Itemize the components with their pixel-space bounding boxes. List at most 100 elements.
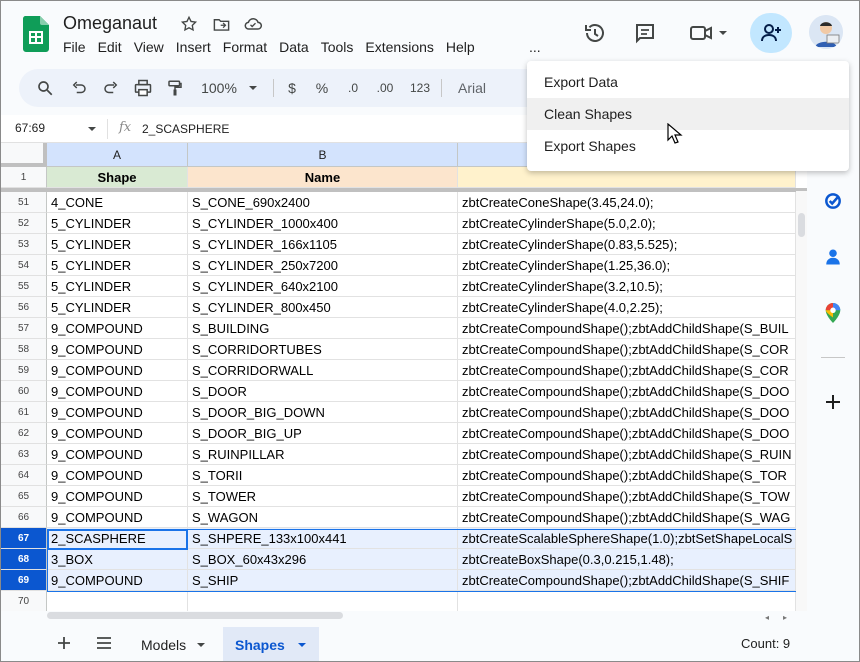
- move-to-folder-icon[interactable]: [211, 14, 231, 34]
- cell-code[interactable]: zbtCreateCompoundShape();zbtAddChildShap…: [458, 507, 796, 528]
- add-addon-icon[interactable]: [821, 390, 845, 414]
- cell-code[interactable]: zbtCreateCylinderShape(0.83,5.525);: [458, 234, 796, 255]
- row-number[interactable]: 52: [1, 213, 47, 234]
- row-number[interactable]: 62: [1, 423, 47, 444]
- tab-models[interactable]: Models: [129, 627, 218, 661]
- cell-name[interactable]: S_TORII: [188, 465, 458, 486]
- cell-code[interactable]: zbtCreateCompoundShape();zbtAddChildShap…: [458, 318, 796, 339]
- paint-format-icon[interactable]: [161, 69, 189, 107]
- cell-name[interactable]: S_WAGON: [188, 507, 458, 528]
- history-icon[interactable]: [577, 15, 613, 51]
- cell-shape[interactable]: 5_CYLINDER: [47, 255, 188, 276]
- row-number[interactable]: 54: [1, 255, 47, 276]
- cell-name[interactable]: S_CYLINDER_640x2100: [188, 276, 458, 297]
- cell-name[interactable]: S_CORRIDORTUBES: [188, 339, 458, 360]
- zoom-select[interactable]: 100%: [195, 69, 243, 107]
- cell-name[interactable]: S_SHIP: [188, 570, 458, 591]
- column-header-b[interactable]: B: [188, 143, 458, 167]
- formula-input[interactable]: 2_SCASPHERE: [142, 122, 229, 136]
- selection-count[interactable]: Count: 9: [741, 636, 790, 651]
- scroll-right-icon[interactable]: ▸: [783, 613, 787, 622]
- name-box[interactable]: 67:69: [15, 121, 45, 135]
- menu-insert[interactable]: Insert: [176, 39, 218, 55]
- cell-code[interactable]: zbtCreateCompoundShape();zbtAddChildShap…: [458, 465, 796, 486]
- font-family-select[interactable]: Arial: [455, 69, 489, 107]
- cell-name[interactable]: S_DOOR_BIG_UP: [188, 423, 458, 444]
- row-number[interactable]: 53: [1, 234, 47, 255]
- cell-code[interactable]: zbtCreateCompoundShape();zbtAddChildShap…: [458, 339, 796, 360]
- vertical-scroll-thumb[interactable]: [798, 213, 805, 237]
- comment-icon[interactable]: [627, 15, 663, 51]
- cell-name[interactable]: S_CYLINDER_166x1105: [188, 234, 458, 255]
- search-menus-icon[interactable]: [31, 69, 59, 107]
- row-number[interactable]: 70: [1, 591, 47, 611]
- cell-name[interactable]: S_CYLINDER_250x7200: [188, 255, 458, 276]
- cell-name[interactable]: S_CONE_690x2400: [188, 192, 458, 213]
- cell-shape[interactable]: 9_COMPOUND: [47, 444, 188, 465]
- row-number[interactable]: 64: [1, 465, 47, 486]
- cell-shape[interactable]: [47, 591, 188, 611]
- row-number[interactable]: 1: [1, 167, 47, 188]
- cell-name[interactable]: S_BUILDING: [188, 318, 458, 339]
- contacts-icon[interactable]: [821, 245, 845, 269]
- share-button[interactable]: [750, 13, 792, 53]
- cell-code[interactable]: zbtCreateCylinderShape(5.0,2.0);: [458, 213, 796, 234]
- cell-shape[interactable]: 5_CYLINDER: [47, 213, 188, 234]
- cell-name[interactable]: S_CYLINDER_1000x400: [188, 213, 458, 234]
- frozen-row-divider[interactable]: [1, 188, 807, 192]
- avatar[interactable]: [809, 15, 843, 49]
- vertical-scrollbar[interactable]: [796, 191, 807, 611]
- cell-code[interactable]: zbtCreateCylinderShape(1.25,36.0);: [458, 255, 796, 276]
- currency-format-button[interactable]: $: [281, 69, 303, 107]
- cell-shape[interactable]: 4_CONE: [47, 192, 188, 213]
- menu-item-clean-shapes[interactable]: Clean Shapes: [527, 98, 849, 130]
- row-number[interactable]: 67: [1, 528, 47, 549]
- cell-shape[interactable]: 9_COMPOUND: [47, 339, 188, 360]
- row-number[interactable]: 66: [1, 507, 47, 528]
- cell-name[interactable]: S_DOOR_BIG_DOWN: [188, 402, 458, 423]
- cell-name[interactable]: S_CYLINDER_800x450: [188, 297, 458, 318]
- chevron-down-icon[interactable]: [245, 69, 261, 107]
- horizontal-scroll-thumb[interactable]: [47, 612, 343, 619]
- cell-code[interactable]: zbtCreateConeShape(3.45,24.0);: [458, 192, 796, 213]
- all-sheets-icon[interactable]: [93, 623, 115, 661]
- menu-help[interactable]: Help: [446, 39, 482, 55]
- cell-name[interactable]: S_RUINPILLAR: [188, 444, 458, 465]
- chevron-down-icon[interactable]: [87, 124, 97, 134]
- print-icon[interactable]: [129, 69, 157, 107]
- chevron-down-icon[interactable]: [297, 640, 307, 650]
- menu-tools[interactable]: Tools: [321, 39, 361, 55]
- increase-decimal-button[interactable]: .00: [371, 69, 399, 107]
- star-icon[interactable]: [179, 14, 199, 34]
- cell-shape[interactable]: 2_SCASPHERE: [47, 528, 188, 549]
- cell-shape[interactable]: 5_CYLINDER: [47, 297, 188, 318]
- row-number[interactable]: 68: [1, 549, 47, 570]
- select-all-corner[interactable]: [1, 143, 47, 167]
- cell-name[interactable]: [188, 591, 458, 611]
- header-cell-shape[interactable]: Shape: [47, 167, 188, 188]
- row-number[interactable]: 56: [1, 297, 47, 318]
- cell-name[interactable]: S_BOX_60x43x296: [188, 549, 458, 570]
- cell-shape[interactable]: 9_COMPOUND: [47, 507, 188, 528]
- tasks-icon[interactable]: [821, 189, 845, 213]
- cell-shape[interactable]: 9_COMPOUND: [47, 318, 188, 339]
- cell-name[interactable]: S_SHPERE_133x100x441: [188, 528, 458, 549]
- row-number[interactable]: 51: [1, 192, 47, 213]
- cell-code[interactable]: zbtCreateCompoundShape();zbtAddChildShap…: [458, 381, 796, 402]
- header-cell-name[interactable]: Name: [188, 167, 458, 188]
- cell-name[interactable]: S_DOOR: [188, 381, 458, 402]
- row-number[interactable]: 58: [1, 339, 47, 360]
- column-header-a[interactable]: A: [47, 143, 188, 167]
- add-sheet-icon[interactable]: [53, 623, 75, 661]
- menu-data[interactable]: Data: [279, 39, 316, 55]
- cell-code[interactable]: zbtCreateCompoundShape();zbtAddChildShap…: [458, 486, 796, 507]
- chevron-down-icon[interactable]: [196, 640, 206, 650]
- maps-icon[interactable]: [821, 301, 845, 325]
- scroll-left-icon[interactable]: ◂: [765, 613, 769, 622]
- cell-code[interactable]: zbtCreateCompoundShape();zbtAddChildShap…: [458, 402, 796, 423]
- cloud-status-icon[interactable]: [243, 14, 263, 34]
- cell-code[interactable]: zbtCreateBoxShape(0.3,0.215,1.48);: [458, 549, 796, 570]
- cell-code[interactable]: zbtCreateCylinderShape(3.2,10.5);: [458, 276, 796, 297]
- menu-file[interactable]: File: [63, 39, 93, 55]
- row-number[interactable]: 60: [1, 381, 47, 402]
